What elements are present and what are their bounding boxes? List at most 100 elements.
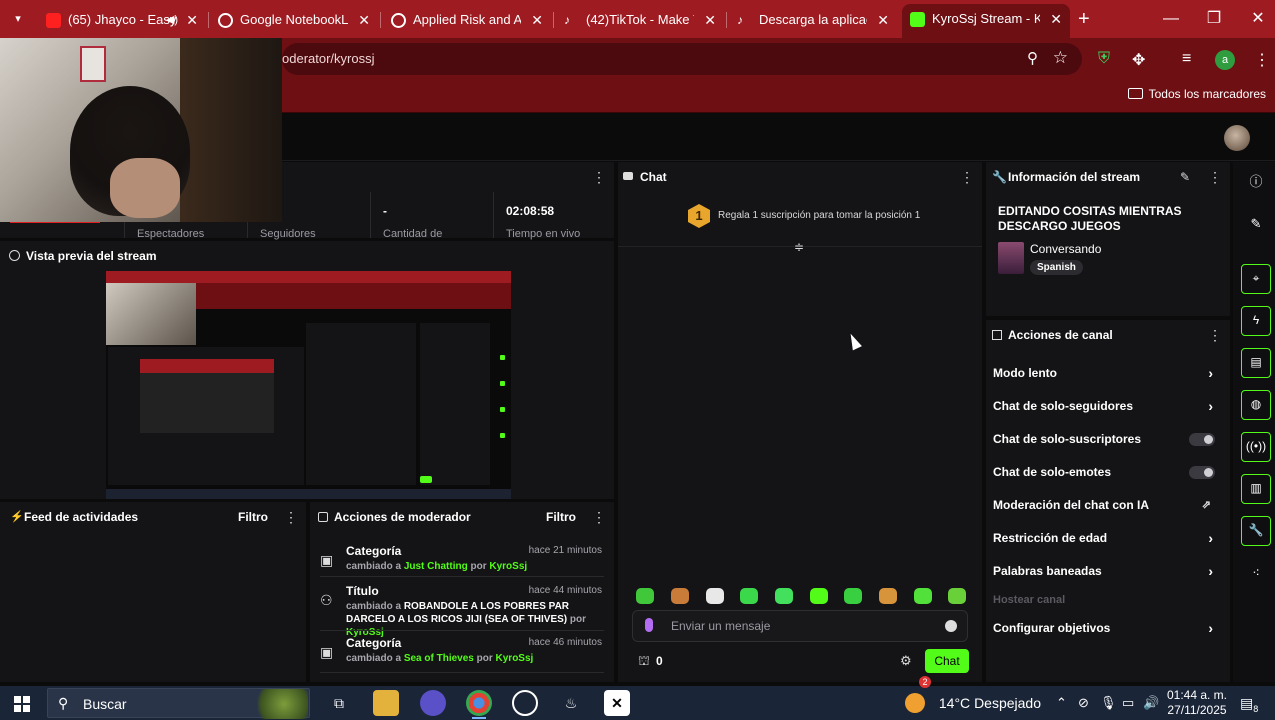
emote-icon[interactable]: [879, 588, 897, 604]
restore-icon[interactable]: ❐: [1199, 8, 1229, 30]
bookmark-star-icon[interactable]: ☆: [1053, 48, 1068, 68]
obs-icon[interactable]: [512, 690, 538, 716]
emote-icon[interactable]: [740, 588, 758, 604]
windows-start-icon[interactable]: [14, 696, 30, 712]
steam-icon[interactable]: ♨: [558, 690, 584, 716]
nodes-icon[interactable]: ⁖: [1241, 558, 1271, 588]
lightning-icon[interactable]: ϟ: [1241, 306, 1271, 336]
tab-descarga[interactable]: ♪ Descarga la aplicación ✕: [729, 6, 897, 34]
user-avatar[interactable]: [1224, 125, 1250, 151]
send-chat-button[interactable]: Chat: [925, 649, 969, 673]
chat-title: Chat: [640, 170, 667, 184]
action-configure-goals[interactable]: Configurar objetivos ›: [993, 614, 1223, 642]
more-options-icon[interactable]: ⋮: [592, 162, 606, 192]
omnibox[interactable]: oderator/kyrossj ⚲ ☆: [282, 43, 1082, 75]
shield-extension-icon[interactable]: ⛨: [1098, 50, 1110, 68]
more-options-icon[interactable]: ⋮: [960, 162, 974, 192]
emote-icon[interactable]: [948, 588, 966, 604]
chat-message-input[interactable]: Enviar un mensaje: [632, 610, 968, 642]
close-tab-icon[interactable]: ✕: [877, 6, 889, 34]
more-options-icon[interactable]: ⋮: [1208, 320, 1222, 350]
emoji-picker-icon[interactable]: [945, 620, 957, 632]
all-bookmarks-button[interactable]: Todos los marcadores: [1127, 87, 1266, 101]
network-icon[interactable]: ▭: [1122, 686, 1134, 720]
tab-search-chevron-icon[interactable]: ▾: [6, 8, 30, 30]
shelf-image: [180, 38, 282, 222]
task-view-icon[interactable]: ⧉: [326, 690, 352, 716]
notification-center-icon[interactable]: ▤8: [1240, 695, 1258, 714]
changed-value[interactable]: Just Chatting: [404, 561, 468, 572]
expand-pinned-icon[interactable]: ≑: [794, 240, 804, 254]
subscribers-only-toggle[interactable]: [1189, 433, 1215, 446]
chrome-icon[interactable]: [466, 690, 492, 719]
profile-avatar[interactable]: a: [1215, 50, 1235, 70]
chat-icon[interactable]: ◍: [1241, 390, 1271, 420]
action-age-restriction[interactable]: Restricción de edad ›: [993, 524, 1223, 552]
extensions-puzzle-icon[interactable]: ✥: [1132, 50, 1145, 70]
browser-menu-icon[interactable]: ⋮: [1254, 50, 1270, 70]
emote-icon[interactable]: [914, 588, 932, 604]
close-tab-icon[interactable]: ✕: [186, 6, 198, 34]
action-followers-only[interactable]: Chat de solo-seguidores ›: [993, 392, 1223, 420]
app-icon[interactable]: [420, 690, 446, 716]
close-tab-icon[interactable]: ✕: [1050, 4, 1062, 34]
clip-icon[interactable]: ⌖: [1241, 264, 1271, 294]
tab-jhayco[interactable]: (65) Jhayco - Easy ◀) ✕: [38, 6, 206, 34]
broadcast-icon[interactable]: ((•)): [1241, 432, 1271, 462]
emote-icon[interactable]: [775, 588, 793, 604]
microphone-icon[interactable]: 🎙: [1100, 686, 1117, 720]
store-icon[interactable]: ⛫: [638, 653, 650, 671]
volume-icon[interactable]: 🔊: [1143, 686, 1159, 720]
weather-widget[interactable]: 2 14°C Despejado: [905, 676, 1041, 720]
zoom-icon[interactable]: ⚲: [1027, 49, 1038, 67]
mod-user-link[interactable]: KyroSsj: [489, 561, 527, 572]
more-options-icon[interactable]: ⋮: [592, 502, 606, 532]
emote-icon[interactable]: [636, 588, 654, 604]
notes-icon[interactable]: ▤: [1241, 348, 1271, 378]
microphone-icon[interactable]: [645, 618, 653, 632]
tab-tiktok[interactable]: ♪ (42)TikTok - Make Your ✕: [556, 6, 724, 34]
more-options-icon[interactable]: ⋮: [284, 502, 298, 532]
emote-icon[interactable]: [706, 588, 724, 604]
action-label: Modo lento: [993, 366, 1057, 380]
mod-filter-button[interactable]: Filtro: [546, 502, 576, 532]
emote-icon[interactable]: [844, 588, 862, 604]
close-window-icon[interactable]: ✕: [1243, 8, 1273, 30]
emote-icon[interactable]: [671, 588, 689, 604]
capcut-icon[interactable]: ✕: [604, 690, 630, 716]
info-icon[interactable]: ⓘ: [1241, 167, 1271, 197]
edit-icon[interactable]: ✎: [1241, 209, 1271, 239]
emote-icon[interactable]: [810, 588, 828, 604]
changed-value[interactable]: Sea of Thieves: [404, 653, 474, 664]
action-banned-words[interactable]: Palabras baneadas ›: [993, 557, 1223, 585]
speaker-icon[interactable]: ◀): [166, 6, 178, 34]
edit-pencil-icon[interactable]: ✎: [1180, 162, 1190, 192]
more-options-icon[interactable]: ⋮: [1208, 162, 1222, 192]
tab-applied-risk[interactable]: Applied Risk and Audit ✕: [383, 6, 551, 34]
close-tab-icon[interactable]: ✕: [358, 6, 370, 34]
new-tab-icon[interactable]: +: [1078, 8, 1090, 30]
feed-filter-button[interactable]: Filtro: [238, 502, 268, 532]
system-clock[interactable]: 01:44 a. m. 27/11/2025: [1166, 688, 1228, 718]
action-ai-moderation[interactable]: Moderación del chat con IA ⇗: [993, 491, 1223, 519]
action-slow-mode[interactable]: Modo lento ›: [993, 359, 1223, 387]
thumb-tabs: [106, 271, 511, 283]
stream-preview-thumbnail[interactable]: [106, 271, 511, 499]
mod-user-link[interactable]: KyroSsj: [496, 653, 534, 664]
tray-app-icon[interactable]: ⊘: [1078, 686, 1089, 720]
media-controls-icon[interactable]: ≡: [1182, 50, 1191, 68]
category-name[interactable]: Conversando: [1030, 242, 1101, 256]
minimize-icon[interactable]: —: [1156, 8, 1186, 30]
taskbar-search-box[interactable]: ⚲ Buscar: [47, 688, 310, 719]
emotes-only-toggle[interactable]: [1189, 466, 1215, 479]
close-tab-icon[interactable]: ✕: [531, 6, 543, 34]
file-explorer-icon[interactable]: [373, 690, 399, 716]
tab-kick-active[interactable]: KyroSsj Stream - Kick ✕: [902, 4, 1070, 38]
layout-icon[interactable]: ▥: [1241, 474, 1271, 504]
wrench-icon[interactable]: 🔧: [1241, 516, 1271, 546]
tab-notebooklm[interactable]: Google NotebookLM ✕: [210, 6, 378, 34]
close-tab-icon[interactable]: ✕: [704, 6, 716, 34]
tray-chevron-up-icon[interactable]: ⌃: [1056, 686, 1067, 720]
settings-gear-icon[interactable]: ⚙: [900, 653, 912, 669]
gift-sub-leaderboard[interactable]: 1 Regala 1 suscripción para tomar la pos…: [618, 200, 982, 234]
